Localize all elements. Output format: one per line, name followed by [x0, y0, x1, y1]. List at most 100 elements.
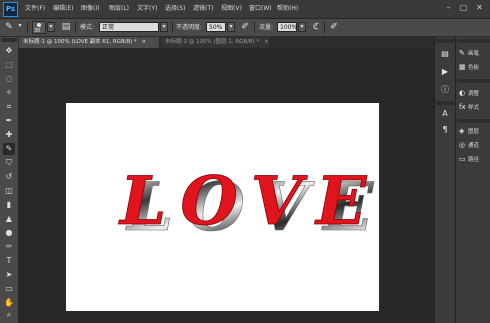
brush-tool-icon[interactable]: ✎ — [3, 21, 15, 33]
magic-wand-tool-icon[interactable]: ✧ — [3, 87, 15, 99]
menu-type[interactable]: 文字(Y) — [137, 4, 157, 14]
pressure-size-icon[interactable]: ✐ — [328, 21, 340, 33]
panel-layers[interactable]: ◈ 图层 — [459, 125, 479, 137]
close-tab-icon[interactable]: × — [264, 39, 269, 45]
panel-label: 通道 — [468, 143, 480, 149]
mode-label: 模式: — [80, 24, 95, 31]
move-tool-icon[interactable]: ✥ — [3, 45, 15, 57]
mode-dropdown[interactable]: ▾ — [160, 22, 168, 32]
panel-paths[interactable]: ▭ 路径 — [459, 153, 479, 165]
collapsed-panel-dock: ▤ ▶ ⓘ A ¶ — [434, 37, 455, 323]
swatches-icon: ▦ — [459, 63, 466, 71]
adjustments-icon: ◐ — [459, 89, 466, 97]
eraser-tool-icon[interactable]: ◫ — [3, 185, 15, 197]
opacity-input[interactable]: 50% — [206, 22, 226, 32]
dock-grip[interactable] — [436, 101, 454, 105]
document-tab-label: 未标题-1 @ 100% (LOVE 副本 61, RGB/8) * — [23, 39, 137, 45]
panel-styles[interactable]: fx 样式 — [459, 101, 479, 113]
flow-dropdown[interactable]: ▾ — [298, 22, 306, 32]
brush-panel-toggle-icon[interactable]: ▤ — [60, 21, 72, 33]
menu-layer[interactable]: 图层(L) — [109, 4, 129, 14]
dock-grip[interactable] — [457, 79, 490, 83]
menu-file[interactable]: 文件(F) — [25, 4, 45, 14]
panel-label: 调整 — [468, 91, 480, 97]
brush-size-picker[interactable]: 30 — [32, 21, 46, 34]
panel-adjustments[interactable]: ◐ 调整 — [459, 87, 479, 99]
separator — [324, 22, 325, 33]
marquee-tool-icon[interactable]: ⬚ — [3, 59, 15, 71]
lasso-tool-icon[interactable]: ◌ — [3, 73, 15, 85]
menu-select[interactable]: 选择(S) — [165, 4, 186, 14]
separator — [27, 22, 28, 33]
restore-button[interactable]: ▢ — [458, 3, 469, 13]
panel-label: 色板 — [468, 65, 480, 71]
document-canvas[interactable]: LOVE LOVE — [66, 103, 379, 311]
gradient-tool-icon[interactable]: ▮ — [3, 199, 15, 211]
panel-swatches[interactable]: ▦ 色板 — [459, 61, 479, 73]
document-tab-2[interactable]: 未标题-2 @ 100% (图层 1, RGB/8) * × — [161, 37, 269, 48]
dodge-tool-icon[interactable]: ● — [3, 227, 15, 239]
menu-filter[interactable]: 滤镜(T) — [193, 4, 213, 14]
brush-tool-icon[interactable]: ✎ — [3, 143, 15, 155]
hand-tool-icon[interactable]: ✋ — [3, 297, 15, 309]
panel-label: 画笔 — [468, 51, 480, 57]
flow-label: 流量: — [259, 24, 274, 31]
brush-tip-icon — [37, 23, 41, 27]
brush-size-dropdown[interactable]: ▾ — [47, 22, 55, 32]
menu-help[interactable]: 帮助(H) — [277, 4, 298, 14]
paths-icon: ▭ — [459, 155, 466, 163]
paragraph-icon[interactable]: ¶ — [440, 125, 450, 135]
zoom-tool-icon[interactable]: ⌕ — [3, 309, 15, 321]
flow-input[interactable]: 100% — [277, 22, 297, 32]
menu-edit[interactable]: 编辑(E) — [53, 4, 73, 14]
opacity-dropdown[interactable]: ▾ — [227, 22, 235, 32]
panel-dock: ✎ 画笔 ▦ 色板 ◐ 调整 fx 样式 ◈ 图层 ◎ 通道 ▭ 路径 — [455, 37, 490, 323]
dock-grip[interactable] — [436, 39, 454, 43]
channels-icon: ◎ — [459, 141, 466, 149]
panel-label: 路径 — [468, 157, 480, 163]
crop-tool-icon[interactable]: ⌗ — [3, 101, 15, 113]
dock-grip[interactable] — [457, 119, 490, 123]
history-brush-tool-icon[interactable]: ↺ — [3, 171, 15, 183]
separator — [254, 22, 255, 33]
minimize-button[interactable]: – — [443, 3, 454, 13]
menu-image[interactable]: 图像(I) — [81, 4, 99, 14]
eyedropper-tool-icon[interactable]: ✒ — [3, 115, 15, 127]
menu-bar: Ps 文件(F) 编辑(E) 图像(I) 图层(L) 文字(Y) 选择(S) 滤… — [0, 0, 490, 19]
clone-stamp-tool-icon[interactable]: ⛉ — [3, 157, 15, 169]
blur-tool-icon[interactable]: ▲ — [3, 213, 15, 225]
tool-preset-dropdown[interactable]: ▾ — [16, 22, 24, 32]
brush-preset-icon: ✎ — [459, 49, 465, 57]
photoshop-logo-icon: Ps — [3, 2, 18, 17]
close-tab-icon[interactable]: × — [142, 39, 147, 45]
pen-tool-icon[interactable]: ✑ — [3, 241, 15, 253]
info-icon[interactable]: ⓘ — [440, 85, 450, 95]
toolbar-grip[interactable] — [1, 38, 17, 42]
dock-grip[interactable] — [457, 39, 490, 43]
tools-panel: ✥ ⬚ ◌ ✧ ⌗ ✒ ✚ ✎ ⛉ ↺ ◫ ▮ ▲ ● ✑ T ➤ ▭ ✋ ⌕ — [0, 37, 19, 323]
path-selection-tool-icon[interactable]: ➤ — [3, 269, 15, 281]
healing-brush-tool-icon[interactable]: ✚ — [3, 129, 15, 141]
mode-select[interactable]: 正常 — [99, 22, 159, 32]
document-tab-1[interactable]: 未标题-1 @ 100% (LOVE 副本 61, RGB/8) * × — [19, 37, 159, 48]
menu-window[interactable]: 窗口(W) — [249, 4, 272, 14]
panel-channels[interactable]: ◎ 通道 — [459, 139, 479, 151]
styles-icon: fx — [459, 103, 466, 111]
love-text: LOVE — [118, 162, 379, 240]
panel-label: 图层 — [468, 129, 480, 135]
history-icon[interactable]: ▤ — [440, 49, 450, 59]
type-tool-icon[interactable]: T — [3, 255, 15, 267]
rectangle-tool-icon[interactable]: ▭ — [3, 283, 15, 295]
separator — [75, 22, 76, 33]
airbrush-icon[interactable]: ℭ — [310, 21, 322, 33]
close-window-button[interactable]: ✕ — [474, 3, 485, 13]
character-icon[interactable]: A — [440, 109, 450, 119]
menu-view[interactable]: 视图(V) — [221, 4, 242, 14]
separator — [172, 22, 173, 33]
love-artwork: LOVE LOVE — [118, 162, 379, 247]
pressure-opacity-icon[interactable]: ✐ — [239, 21, 251, 33]
panel-brush[interactable]: ✎ 画笔 — [459, 47, 479, 59]
layers-icon: ◈ — [459, 127, 465, 135]
actions-icon[interactable]: ▶ — [440, 67, 450, 77]
document-tab-label: 未标题-2 @ 100% (图层 1, RGB/8) * — [165, 39, 260, 45]
